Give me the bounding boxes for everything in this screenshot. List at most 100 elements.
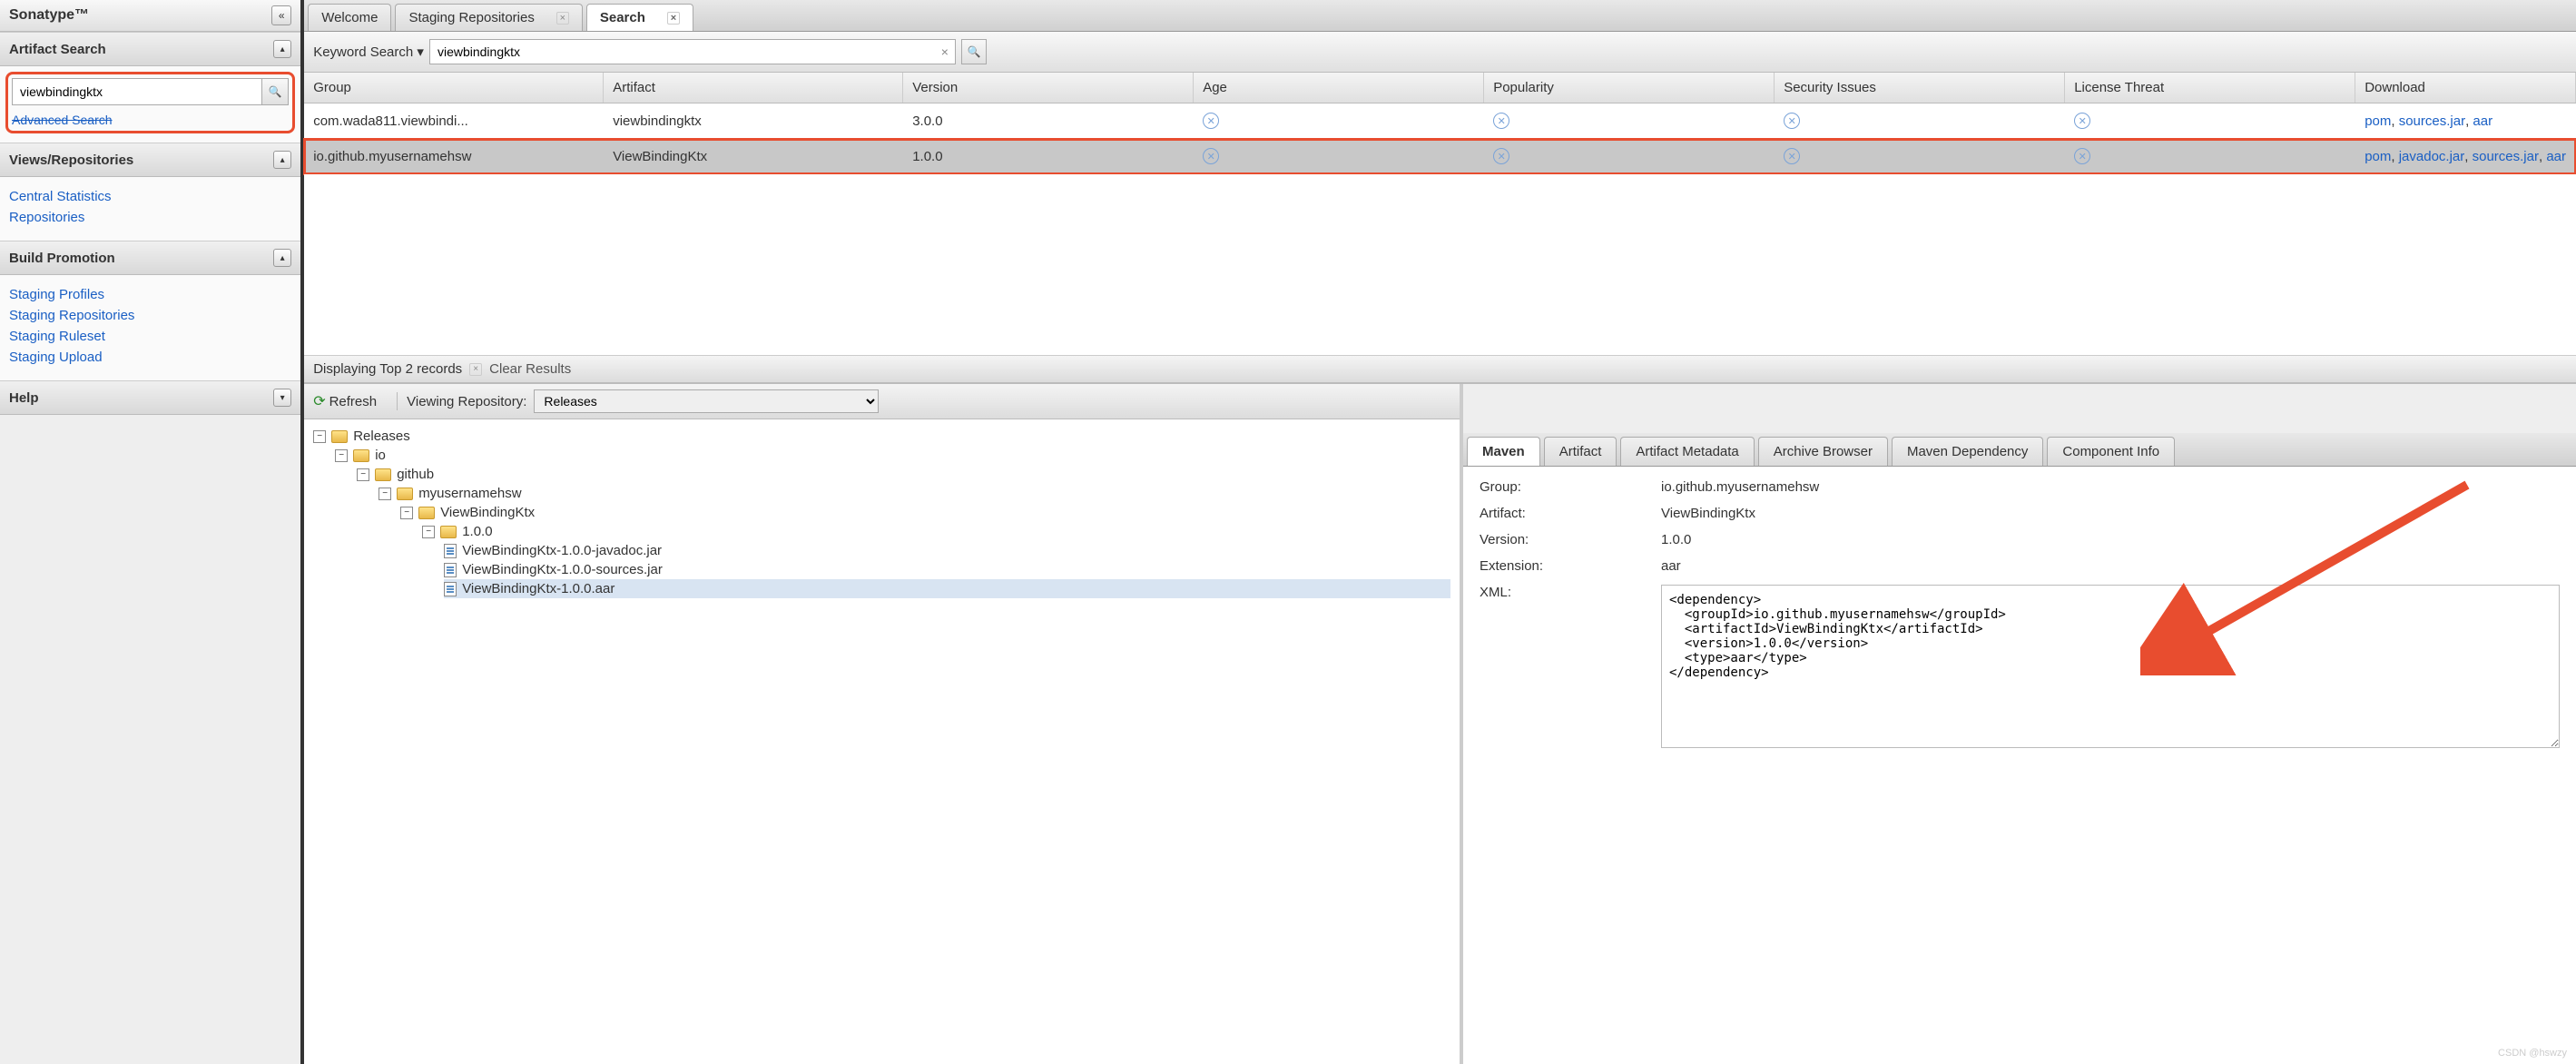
panel-body-views: Central Statistics Repositories [0, 177, 300, 241]
refresh-button[interactable]: ⟳ Refresh [313, 392, 377, 410]
refresh-icon: ⟳ [313, 392, 325, 410]
sidebar-item-central-statistics[interactable]: Central Statistics [9, 186, 291, 207]
table-row[interactable]: com.wada811.viewbindi... viewbindingktx … [304, 103, 2576, 139]
cell-popularity: ✕ [1484, 103, 1775, 138]
repository-select[interactable]: Releases [534, 389, 879, 413]
keyword-search-dropdown[interactable]: Keyword Search ▾ [313, 44, 424, 60]
tree-node-io[interactable]: −io [335, 446, 1450, 465]
collapse-icon[interactable]: ▴ [273, 40, 291, 58]
column-age[interactable]: Age [1194, 73, 1484, 103]
tree-node-version[interactable]: − 1.0.0 [422, 522, 1450, 541]
cell-security: ✕ [1775, 103, 2065, 138]
detail-row: Extension:aar [1480, 558, 2560, 574]
table-row[interactable]: io.github.myusernamehsw ViewBindingKtx 1… [304, 139, 2576, 174]
tab-component-info[interactable]: Component Info [2047, 437, 2175, 466]
panel-header-artifact-search[interactable]: Artifact Search ▴ [0, 32, 300, 66]
column-security[interactable]: Security Issues [1775, 73, 2065, 103]
tree-node-viewbindingktx[interactable]: −ViewBindingKtx [400, 503, 1450, 522]
collapse-icon[interactable]: − [313, 430, 326, 443]
tab-archive-browser[interactable]: Archive Browser [1758, 437, 1888, 466]
sidebar-item-staging-profiles[interactable]: Staging Profiles [9, 284, 291, 305]
keyword-search-input[interactable] [429, 39, 956, 64]
download-link-pom[interactable]: pom [2365, 149, 2391, 164]
tree-file-sources[interactable]: ViewBindingKtx-1.0.0-sources.jar [444, 560, 1450, 579]
panel-title-build: Build Promotion [9, 251, 115, 266]
tree-label: ViewBindingKtx-1.0.0-sources.jar [462, 562, 663, 577]
sidebar-item-staging-upload[interactable]: Staging Upload [9, 347, 291, 368]
tab-label: Welcome [321, 10, 378, 25]
panel-title-views: Views/Repositories [9, 153, 133, 168]
tab-artifact[interactable]: Artifact [1544, 437, 1617, 466]
tab-maven-dependency[interactable]: Maven Dependency [1892, 437, 2043, 466]
tab-search[interactable]: Search × [586, 4, 693, 31]
lower-split: ⟳ Refresh Viewing Repository: Releases −… [304, 383, 2576, 1064]
tree-file-javadoc[interactable]: ViewBindingKtx-1.0.0-javadoc.jar [444, 541, 1450, 560]
tree-file-aar[interactable]: ViewBindingKtx-1.0.0.aar [444, 579, 1450, 598]
download-link-pom[interactable]: pom [2365, 113, 2391, 129]
detail-tabs: Maven Artifact Artifact Metadata Archive… [1463, 433, 2576, 467]
tab-artifact-metadata[interactable]: Artifact Metadata [1620, 437, 1754, 466]
tab-label: Search [600, 10, 645, 25]
panel-header-build[interactable]: Build Promotion ▴ [0, 241, 300, 275]
column-artifact[interactable]: Artifact [604, 73, 903, 103]
cell-artifact: viewbindingktx [604, 103, 903, 138]
status-text: Displaying Top 2 records [313, 361, 462, 377]
panel-header-help[interactable]: Help ▾ [0, 380, 300, 415]
expand-icon[interactable]: ▾ [273, 389, 291, 407]
collapse-icon[interactable]: − [335, 449, 348, 462]
tree-label: 1.0.0 [462, 524, 492, 539]
advanced-search-link[interactable]: Advanced Search [12, 113, 289, 127]
collapse-icon[interactable]: − [357, 468, 369, 481]
sidebar-item-repositories[interactable]: Repositories [9, 207, 291, 228]
close-icon[interactable]: × [667, 12, 680, 25]
detail-row: Artifact:ViewBindingKtx [1480, 506, 2560, 521]
tree-node-github[interactable]: −github [357, 465, 1450, 484]
cell-group: io.github.myusernamehsw [304, 139, 604, 173]
collapse-icon[interactable]: − [400, 507, 413, 519]
detail-label: Extension: [1480, 558, 1661, 574]
detail-value: aar [1661, 558, 2560, 574]
watermark: CSDN @hswzy [2498, 1048, 2567, 1059]
tree-node-releases[interactable]: −Releases [313, 427, 1450, 446]
results-empty-area [304, 174, 2576, 356]
panel-header-views[interactable]: Views/Repositories ▴ [0, 143, 300, 177]
collapse-icon[interactable]: ▴ [273, 151, 291, 169]
collapse-icon[interactable]: − [422, 526, 435, 538]
download-link-aar[interactable]: aar [2546, 149, 2566, 164]
column-group[interactable]: Group [304, 73, 604, 103]
column-license[interactable]: License Threat [2065, 73, 2355, 103]
tab-staging-repositories[interactable]: Staging Repositories × [395, 4, 582, 31]
tab-welcome[interactable]: Welcome [308, 4, 391, 31]
close-icon[interactable]: × [556, 12, 569, 25]
collapse-sidebar-button[interactable]: « [271, 5, 291, 25]
main-tabs: Welcome Staging Repositories × Search × [304, 0, 2576, 32]
column-version[interactable]: Version [903, 73, 1194, 103]
detail-body: Group:io.github.myusernamehswArtifact:Vi… [1463, 467, 2576, 1064]
tree-node-myusernamehsw[interactable]: −myusernamehsw [379, 484, 1450, 503]
tab-maven[interactable]: Maven [1467, 437, 1540, 466]
folder-icon [418, 507, 435, 519]
column-download[interactable]: Download [2355, 73, 2576, 103]
download-link-aar[interactable]: aar [2473, 113, 2492, 129]
clear-results-link[interactable]: Clear Results [489, 361, 571, 377]
detail-value: 1.0.0 [1661, 532, 2560, 547]
detail-label: Artifact: [1480, 506, 1661, 521]
artifact-search-button[interactable]: 🔍 [261, 78, 289, 105]
sidebar-item-staging-repositories[interactable]: Staging Repositories [9, 305, 291, 326]
detail-value: io.github.myusernamehsw [1661, 479, 2560, 495]
tab-label: Staging Repositories [408, 10, 534, 25]
download-link-javadoc[interactable]: javadoc.jar [2399, 149, 2465, 164]
keyword-search-button[interactable]: 🔍 [961, 39, 987, 64]
collapse-icon[interactable]: − [379, 488, 391, 500]
download-link-sources[interactable]: sources.jar [2473, 149, 2539, 164]
sidebar-item-staging-ruleset[interactable]: Staging Ruleset [9, 326, 291, 347]
sidebar: Sonatype™ « Artifact Search ▴ 🔍 Advanced… [0, 0, 304, 1064]
column-popularity[interactable]: Popularity [1484, 73, 1775, 103]
artifact-search-input[interactable] [12, 78, 261, 105]
collapse-icon[interactable]: ▴ [273, 249, 291, 267]
download-link-sources[interactable]: sources.jar [2399, 113, 2465, 129]
panel-title-artifact-search: Artifact Search [9, 42, 106, 57]
xml-textarea[interactable] [1661, 585, 2560, 748]
clear-results-icon[interactable]: × [469, 363, 482, 376]
clear-input-icon[interactable]: × [941, 44, 949, 59]
